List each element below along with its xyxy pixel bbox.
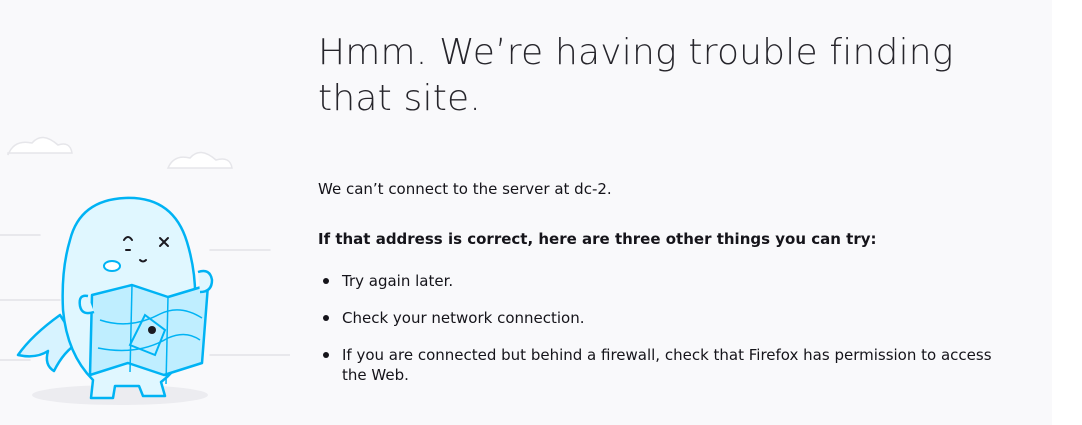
list-item: If you are connected but behind a firewa… [318,345,998,385]
suggestion-text: Check your network connection. [342,309,585,327]
list-item: Check your network connection. [318,308,998,328]
mascot-shadow [32,385,208,405]
page-title: Hmm. We’re having trouble finding that s… [318,32,954,119]
cloud-icon [7,136,233,169]
suggestions-list: Try again later. Check your network conn… [318,271,998,402]
bullet-icon [323,315,329,321]
error-description: We can’t connect to the server at dc-2. [318,180,612,198]
suggestion-text: Try again later. [342,272,454,290]
location-pin-icon [148,326,156,334]
window-edge [1052,0,1082,425]
bullet-icon [323,278,329,284]
error-page: Hmm. We’re having trouble finding that s… [0,0,1052,425]
suggestion-text: If you are connected but behind a firewa… [342,346,992,384]
confused-mascot-map-illustration [0,136,290,405]
suggestions-heading: If that address is correct, here are thr… [318,230,877,248]
list-item: Try again later. [318,271,998,291]
bullet-icon [323,352,329,358]
error-content: Hmm. We’re having trouble finding that s… [318,30,1018,384]
